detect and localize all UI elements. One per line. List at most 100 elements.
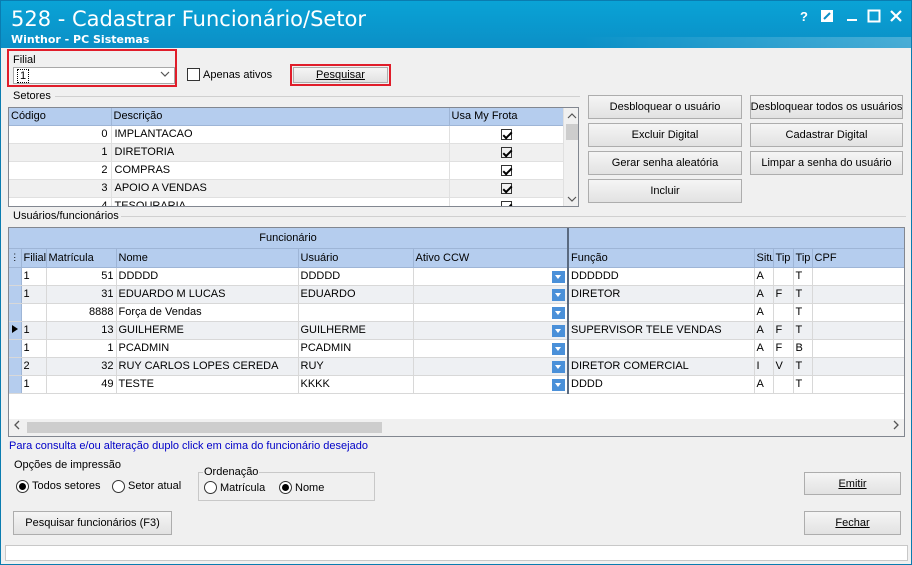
matricula-label[interactable]: Matrícula (220, 482, 265, 494)
usa-my-frota-checkbox[interactable] (500, 164, 512, 176)
table-row[interactable]: 1 51 DDDDD DDDDD DDDDDD A T (9, 267, 904, 286)
close-icon[interactable] (888, 9, 904, 25)
dropdown-arrow-icon[interactable] (552, 270, 566, 283)
nome-radio[interactable] (279, 481, 292, 494)
column-chooser-icon[interactable]: ⋮ (9, 248, 22, 268)
usa-my-frota-checkbox[interactable] (500, 146, 512, 158)
col-ativo-ccw[interactable]: Ativo CCW (413, 248, 570, 268)
col-funcao[interactable]: Função (568, 248, 755, 268)
cell-ativo-ccw[interactable] (413, 303, 570, 322)
table-row[interactable]: 1 DIRETORIA (9, 143, 564, 162)
col-codigo[interactable]: Código (9, 108, 112, 126)
fechar-button[interactable]: Fechar (804, 511, 901, 535)
table-row[interactable]: 1 13 GUILHERME GUILHERME SUPERVISOR TELE… (9, 321, 904, 340)
emitir-button[interactable]: Emitir (804, 472, 901, 495)
table-row[interactable]: 3 APOIO A VENDAS (9, 179, 564, 198)
current-row-icon[interactable] (9, 321, 22, 340)
scroll-right-icon[interactable] (888, 419, 904, 436)
col-cpf[interactable]: CPF (812, 248, 904, 268)
pesquisar-funcionarios-label: Pesquisar funcionários (F3) (25, 517, 160, 529)
matricula-radio[interactable] (204, 481, 217, 494)
cadastrar-digital-button[interactable]: Cadastrar Digital (750, 123, 903, 147)
apenas-ativos-label[interactable]: Apenas ativos (203, 69, 272, 81)
chevron-down-icon[interactable] (158, 68, 172, 83)
dropdown-arrow-icon[interactable] (552, 360, 566, 373)
row-indicator[interactable] (9, 285, 22, 304)
table-row[interactable]: 0 IMPLANTACAO (9, 125, 564, 144)
table-row[interactable]: 2 32 RUY CARLOS LOPES CEREDA RUY DIRETOR… (9, 357, 904, 376)
cell-filial: 1 (21, 375, 47, 394)
usa-my-frota-checkbox[interactable] (500, 182, 512, 194)
table-row[interactable]: 8888 Força de Vendas A T (9, 303, 904, 322)
setor-atual-label[interactable]: Setor atual (128, 480, 181, 492)
table-row[interactable]: 2 COMPRAS (9, 161, 564, 180)
pesquisar-funcionarios-button[interactable]: Pesquisar funcionários (F3) (13, 511, 172, 535)
dropdown-arrow-icon[interactable] (552, 324, 566, 337)
cell-usuario: PCADMIN (298, 339, 414, 358)
col-tipo-2[interactable]: Tip (793, 248, 813, 268)
usa-my-frota-checkbox[interactable] (500, 200, 512, 206)
setores-table: Código Descrição Usa My Frota 0 IMPLANTA… (9, 108, 564, 206)
cell-usuario: EDUARDO (298, 285, 414, 304)
col-nome[interactable]: Nome (116, 248, 299, 268)
table-row[interactable]: 4 TESOURARIA (9, 197, 564, 206)
scroll-up-icon[interactable] (567, 111, 577, 119)
usuarios-scroll-thumb[interactable] (27, 422, 382, 433)
dropdown-arrow-icon[interactable] (552, 342, 566, 355)
cell-ativo-ccw[interactable] (413, 321, 570, 340)
row-indicator[interactable] (9, 339, 22, 358)
cell-ativo-ccw[interactable] (413, 339, 570, 358)
todos-setores-radio[interactable] (16, 480, 29, 493)
cell-nome: Força de Vendas (116, 303, 299, 322)
incluir-button[interactable]: Incluir (588, 179, 742, 203)
minimize-icon[interactable] (844, 9, 860, 25)
desbloquear-todos-button[interactable]: Desbloquear todos os usuários (750, 95, 903, 119)
usa-my-frota-checkbox[interactable] (500, 128, 512, 140)
gerar-senha-button[interactable]: Gerar senha aleatória (588, 151, 742, 175)
todos-setores-label[interactable]: Todos setores (32, 480, 100, 492)
row-indicator[interactable] (9, 303, 22, 322)
nome-label[interactable]: Nome (295, 482, 324, 494)
incluir-label: Incluir (650, 185, 680, 197)
setores-vscroll[interactable] (563, 108, 578, 206)
row-indicator[interactable] (9, 375, 22, 394)
col-descricao[interactable]: Descrição (111, 108, 450, 126)
main-window: 528 - Cadastrar Funcionário/Setor Wintho… (0, 0, 912, 565)
table-row[interactable]: 1 31 EDUARDO M LUCAS EDUARDO DIRETOR A F… (9, 285, 904, 304)
col-tipo[interactable]: Tip (773, 248, 794, 268)
cell-situacao: A (754, 339, 774, 358)
col-matricula[interactable]: Matrícula (46, 248, 117, 268)
row-indicator[interactable] (9, 267, 22, 286)
col-situacao[interactable]: Situ (754, 248, 774, 268)
scroll-left-icon[interactable] (9, 419, 25, 436)
cell-ativo-ccw[interactable] (413, 375, 570, 394)
limpar-senha-button[interactable]: Limpar a senha do usuário (750, 151, 903, 175)
dropdown-arrow-icon[interactable] (552, 378, 566, 391)
usuarios-grid[interactable]: Funcionário ⋮ Filial Matrícula Nome Usuá… (8, 227, 905, 437)
usuarios-hscroll[interactable] (9, 419, 904, 436)
col-usa-my-frota[interactable]: Usa My Frota (449, 108, 564, 126)
maximize-icon[interactable] (866, 9, 882, 25)
edit-icon[interactable] (819, 9, 835, 25)
setores-grid[interactable]: Código Descrição Usa My Frota 0 IMPLANTA… (8, 107, 579, 207)
dropdown-arrow-icon[interactable] (552, 306, 566, 319)
row-indicator[interactable] (9, 357, 22, 376)
table-row[interactable]: 1 49 TESTE KKKK DDDD A T (9, 375, 904, 394)
filial-select[interactable]: 1 (13, 67, 175, 84)
apenas-ativos-checkbox[interactable] (187, 68, 200, 81)
excluir-digital-button[interactable]: Excluir Digital (588, 123, 742, 147)
cell-ativo-ccw[interactable] (413, 285, 570, 304)
dropdown-arrow-icon[interactable] (552, 288, 566, 301)
col-usuario[interactable]: Usuário (298, 248, 414, 268)
desbloquear-usuario-button[interactable]: Desbloquear o usuário (588, 95, 742, 119)
scroll-down-icon[interactable] (567, 194, 577, 202)
table-row[interactable]: 1 1 PCADMIN PCADMIN A F B (9, 339, 904, 358)
help-icon[interactable]: ? (796, 9, 812, 25)
cell-ativo-ccw[interactable] (413, 357, 570, 376)
cell-ativo-ccw[interactable] (413, 267, 570, 286)
setor-atual-radio[interactable] (112, 480, 125, 493)
group-header-funcionario: Funcionário (9, 228, 570, 249)
col-filial[interactable]: Filial (21, 248, 47, 268)
setores-scroll-thumb[interactable] (566, 124, 578, 140)
pesquisar-button[interactable]: Pesquisar (293, 67, 388, 83)
